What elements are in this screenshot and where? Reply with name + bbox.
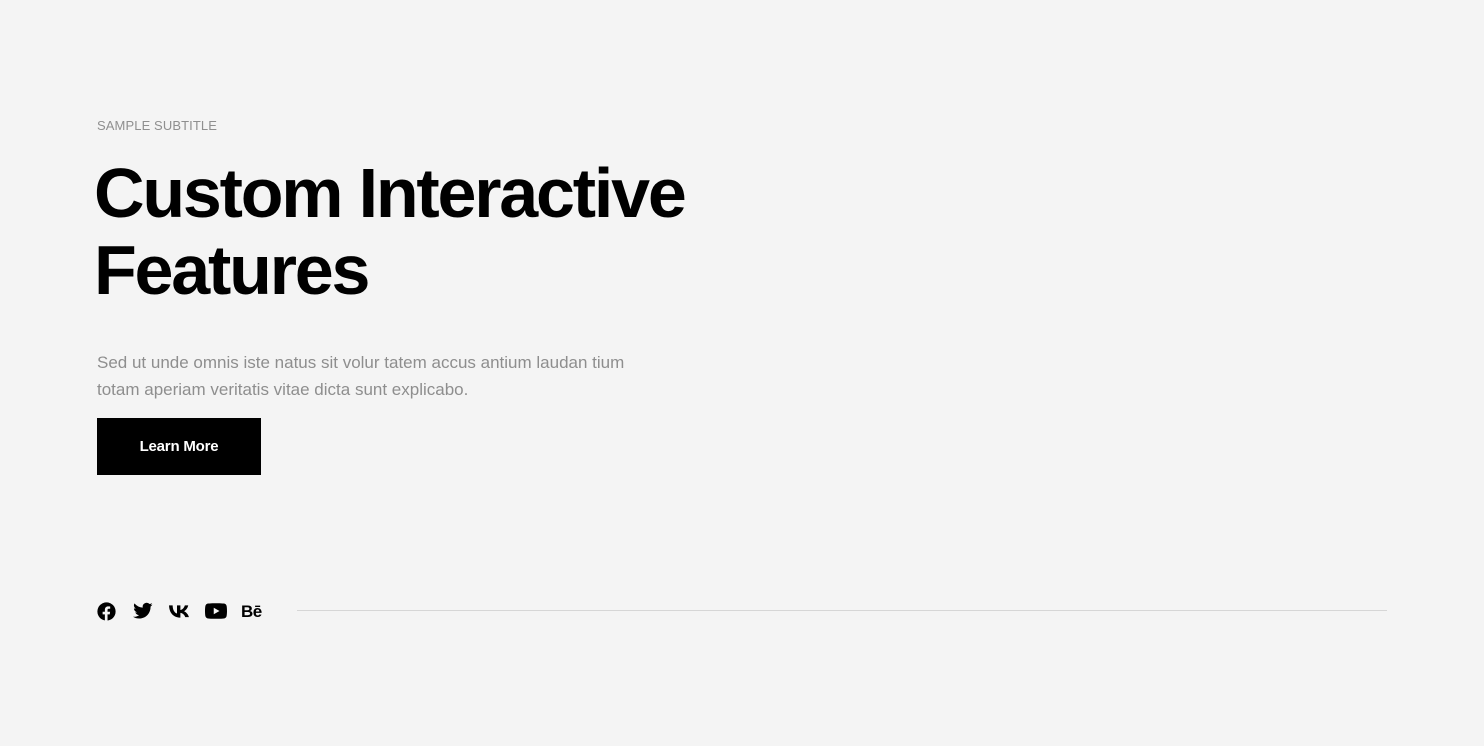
hero-title-line-1: Custom Interactive [94,154,687,232]
social-links: Bē [97,600,277,622]
facebook-link[interactable] [97,600,133,622]
hero-description-line-2: totam aperiam veritatis vitae dicta sunt… [97,380,469,399]
youtube-link[interactable] [205,600,241,622]
twitter-link[interactable] [133,600,169,622]
learn-more-button[interactable]: Learn More [97,418,261,475]
hero-description-line-1: Sed ut unde omnis iste natus sit volur t… [97,353,625,372]
twitter-icon [133,602,153,619]
hero-title-line-2: Features [94,231,370,309]
facebook-icon [97,601,116,621]
behance-icon: Bē [241,601,262,621]
vk-icon [169,604,189,618]
hero-title: Custom Interactive Features [94,155,794,309]
social-divider [297,610,1387,611]
hero-description: Sed ut unde omnis iste natus sit volur t… [97,349,677,403]
hero-section: SAMPLE SUBTITLE Custom Interactive Featu… [94,0,1387,746]
behance-link[interactable]: Bē [241,600,277,622]
social-links-row: Bē [97,600,1387,622]
youtube-icon [205,603,227,619]
hero-subtitle: SAMPLE SUBTITLE [97,118,217,133]
vk-link[interactable] [169,600,205,622]
